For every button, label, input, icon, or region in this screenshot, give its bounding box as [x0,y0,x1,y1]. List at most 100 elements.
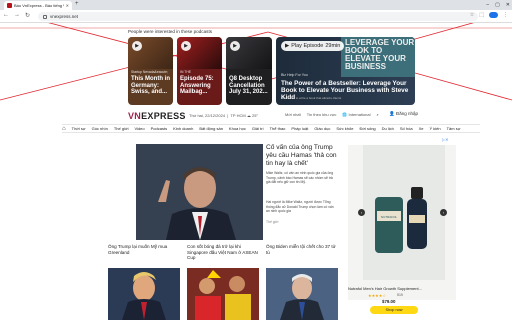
sub-article-image[interactable] [187,268,259,320]
featured-art-text: LEVERAGE YOUR BOOK TO ELEVATE YOUR BUSIN… [345,38,415,71]
podcast-card[interactable]: ▶ Startup Nevada&eacute; This Month in G… [128,37,173,105]
nav-item[interactable]: Khoa học [229,126,246,131]
nav-item[interactable]: Giáo dục [314,126,330,131]
hero-title[interactable]: Cố vấn của ông Trump yêu cầu Hamas 'thả … [266,144,341,168]
play-icon: ▶ [285,43,290,49]
favicon-icon [7,3,12,8]
ad-product-title[interactable]: Nutrafol Men's Hair Growth Supplement... [348,286,456,291]
play-icon[interactable]: ▶ [132,41,142,51]
nav-item[interactable]: Du lịch [382,126,394,131]
browser-tab[interactable]: Báo VnExpress - Báo tiếng Việ ✕ [4,1,72,10]
podcast-headline: Episode 75: Answering Mailbag... [180,76,214,96]
new-tab-button[interactable]: + [75,1,79,7]
featured-podcast-label: Biz Help For You [281,73,308,77]
podcast-card[interactable]: ▶ Q8 Desktop Cancellation July 31, 202..… [226,37,272,105]
play-icon[interactable]: ▶ [181,41,191,51]
episode-duration: 29min [325,43,341,49]
international-link[interactable]: 🌐 International [342,112,370,117]
play-episode-label: Play Episode [291,43,324,49]
latest-link[interactable]: Mới nhất [285,112,301,117]
ad-next-icon[interactable]: › [440,209,447,216]
logo-express: EXPRESS [141,111,186,121]
close-tab-icon[interactable]: ✕ [66,3,69,8]
reload-icon[interactable]: ↻ [25,12,30,19]
sub-article-title[interactable]: Ông Trump lại muốn Mỹ mua Greenland [108,244,180,255]
nav-item[interactable]: Ý kiến [429,126,440,131]
ad-brand-label: NUTRAFOL [381,215,397,219]
trump-photo [108,268,180,320]
ad-shop-button[interactable]: Shop now [370,306,418,314]
supplement-photo: NUTRAFOL [363,145,445,280]
nav-item[interactable]: Pháp luật [291,126,308,131]
featured-podcast-art: LEVERAGE YOUR BOOK TO ELEVATE YOUR BUSIN… [341,37,415,77]
podcasts-heading: People were interested in these podcasts [128,29,213,34]
nav-item[interactable]: Góc nhìn [92,126,108,131]
user-icon: 👤 [389,111,395,116]
back-icon[interactable]: ← [3,12,9,19]
date-text: Thứ hai, 22/12/2024 [189,113,226,118]
podcast-label: IN THE [180,70,192,74]
nav-item[interactable]: Podcasts [151,126,167,131]
omnibox[interactable]: vnexpress.net [38,12,478,21]
nav-item[interactable]: Xe [419,126,424,131]
extensions-icon[interactable]: ⬚ [479,12,484,18]
featured-podcast-sub: Learn how to write a book that attracts … [281,96,342,100]
home-icon[interactable]: ⌂ [62,126,66,132]
play-icon[interactable]: ▶ [230,41,240,51]
nav-item[interactable]: Thể thao [270,126,286,131]
hero-image[interactable] [136,144,263,240]
close-window-icon[interactable]: ✕ [506,2,510,8]
sub-article-image[interactable] [108,268,180,320]
tab-title: Báo VnExpress - Báo tiếng Việ [14,3,64,8]
play-episode-button[interactable]: ▶ Play Episode 29min [281,41,345,51]
region-news-link[interactable]: Tin theo khu vực [307,112,337,117]
site-info-icon[interactable] [43,14,47,19]
ad-product-image[interactable]: NUTRAFOL [363,145,445,280]
nav-item[interactable]: Số hóa [400,126,413,131]
international-label: International [348,112,371,117]
ad-prev-icon[interactable]: ‹ [358,209,365,216]
ad-rating-stars: ★★★★☆ [368,293,386,298]
nav-item[interactable]: Thế giới [114,126,129,131]
hero-category[interactable]: Thế giới [266,220,278,224]
featured-podcast-card[interactable]: LEVERAGE YOUR BOOK TO ELEVATE YOUR BUSIN… [276,37,415,105]
city-text: TP HCM [230,113,246,118]
sub-article-title[interactable]: Ông Biden miễn tội chết cho 37 tử tù [266,244,338,255]
nav-item[interactable]: Giải trí [252,126,264,131]
nav-item[interactable]: Tâm sự [447,126,461,131]
date-weather: Thứ hai, 22/12/2024 | TP HCM ☁ 25° [189,113,259,118]
login-link[interactable]: 👤 Đăng nhập [389,111,418,117]
nav-buttons: ← → ↻ [3,12,30,19]
forward-icon[interactable]: → [14,12,20,19]
ad-choices-icon[interactable]: ▷✕ [442,137,448,142]
nav-item[interactable]: Kinh doanh [173,126,193,131]
profile-button[interactable] [489,12,498,18]
nav-item[interactable]: Bất động sản [199,126,223,131]
maximize-icon[interactable]: ▢ [495,2,500,8]
hero-summary: Mike Waltz, cố vấn an ninh quốc gia của … [266,171,334,185]
search-icon[interactable]: ⌕ [377,112,379,117]
sub-article-title[interactable]: Con sốt bóng đá trở lại khi Singapore đấ… [187,244,259,261]
star-icon[interactable]: ☆ [470,12,474,18]
url-text: vnexpress.net [50,14,79,19]
browser-actions: ☆ ⬚ ⋮ [470,12,508,18]
header-links: Mới nhất Tin theo khu vực 🌐 Internationa… [285,112,379,117]
podcast-card[interactable]: ▶ IN THE Episode 75: Answering Mailbag..… [177,37,222,105]
category-nav: ⌂ Thời sự Góc nhìn Thế giới Video Podcas… [62,124,480,133]
ad-review-count: 519 [397,293,403,297]
nav-item[interactable]: Video [134,126,144,131]
ad-price: $79.00 [382,299,396,304]
sub-article-image[interactable] [266,268,338,320]
nav-item[interactable]: Đời sống [359,126,375,131]
biden-photo [266,268,338,320]
nav-item[interactable]: Sức khỏe [336,126,353,131]
menu-icon[interactable]: ⋮ [503,12,508,18]
temperature-text: 25° [251,113,259,118]
screen: Báo VnExpress - Báo tiếng Việ ✕ + – ▢ ✕ … [0,0,512,320]
nav-item[interactable]: Thời sự [72,126,86,131]
login-label: Đăng nhập [395,111,418,116]
minimize-icon[interactable]: – [486,2,489,8]
site-logo[interactable]: VNEXPRESS [128,111,186,121]
hero-summary-2: Hai người là Mike Waltz, người được Tổng… [266,200,334,214]
podcast-headline: This Month in Germany: Swiss, and... [131,76,170,96]
